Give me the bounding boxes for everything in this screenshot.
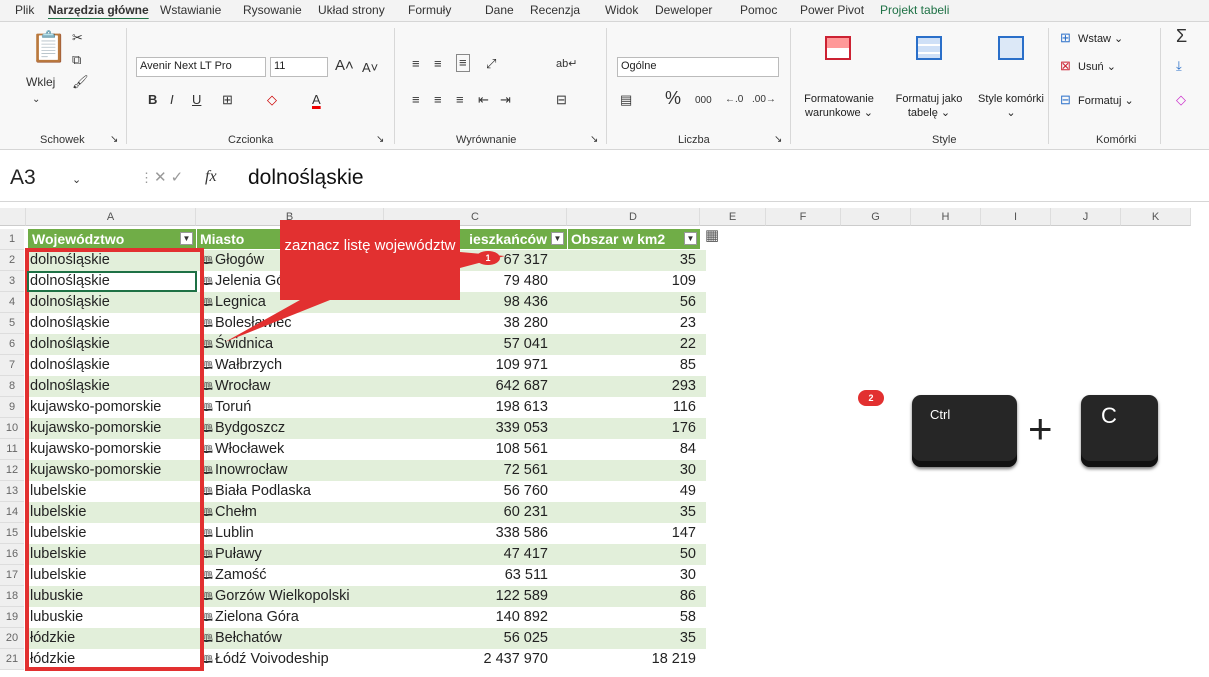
annotation-layer	[225, 220, 505, 342]
ctrl-key-icon: Ctrl	[912, 395, 1017, 467]
c-key-icon: C	[1081, 395, 1158, 467]
callout-text: zaznacz listę województw	[284, 237, 456, 254]
step-badge-1: 1	[476, 251, 500, 265]
plus-sign: +	[1028, 405, 1053, 452]
step-badge-2: 2	[858, 390, 884, 406]
